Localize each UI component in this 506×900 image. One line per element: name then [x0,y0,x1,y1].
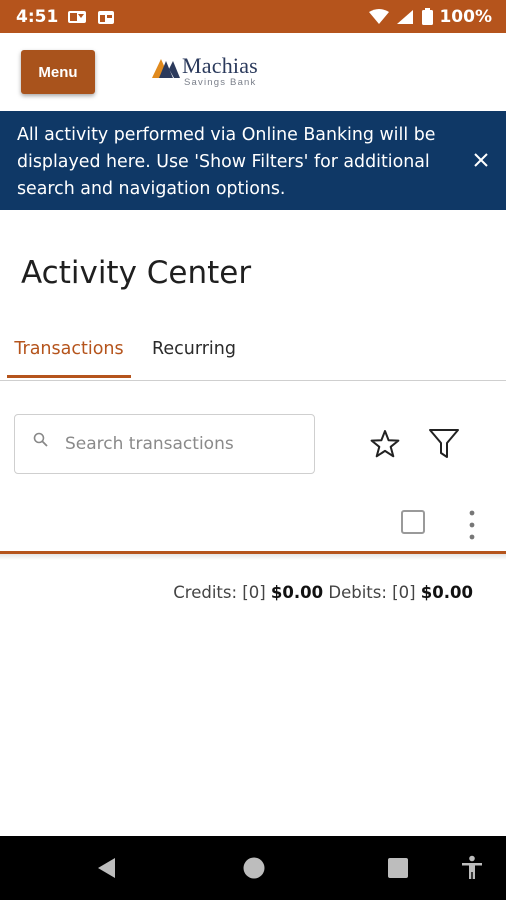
recents-icon[interactable] [378,836,418,900]
search-input[interactable] [63,423,307,465]
status-bar-right: 100% [369,7,492,27]
machias-logo[interactable]: Machias Savings Bank [152,55,258,88]
menu-button[interactable]: Menu [21,50,95,94]
banner-message: All activity performed via Online Bankin… [17,125,436,199]
home-icon[interactable] [234,836,274,900]
wifi-icon [369,8,390,25]
debits-count: [0] [392,583,416,602]
status-time: 4:51 [16,6,59,27]
app-header: Menu Machias Savings Bank [0,33,506,111]
logo-subtitle: Savings Bank [184,77,257,88]
page-title: Activity Center [21,255,252,291]
tab-bar: Transactions Recurring [0,330,506,381]
totals-summary: Credits: [0] $0.00 Debits: [0] $0.00 [173,583,473,602]
accessibility-icon[interactable] [456,836,488,900]
logo-text: Machias Savings Bank [182,55,258,88]
select-all-checkbox[interactable] [401,510,425,534]
debits-amount: $0.00 [420,583,473,602]
outlook-icon [67,9,87,25]
calendar-icon [96,9,116,25]
tab-recurring[interactable]: Recurring [152,330,236,378]
more-vertical-icon[interactable] [462,508,482,542]
battery-percent: 100% [439,6,492,27]
filter-icon[interactable] [426,426,462,460]
system-nav-bar [0,836,506,900]
close-icon[interactable] [470,149,492,171]
battery-icon [421,8,433,25]
credits-label: Credits: [173,583,238,602]
signal-icon [395,9,415,25]
status-bar-left: 4:51 [16,7,116,27]
star-icon[interactable] [368,428,402,460]
divider-shadow [0,554,506,560]
back-icon[interactable] [86,836,126,900]
credits-count: [0] [242,583,266,602]
logo-mark-icon [152,59,180,78]
tab-transactions[interactable]: Transactions [7,330,131,378]
debits-label: Debits: [328,583,387,602]
status-bar: 4:51 100% [0,0,506,33]
search-icon [33,432,48,447]
info-banner: All activity performed via Online Bankin… [0,111,506,210]
logo-name: Machias [182,53,258,78]
credits-amount: $0.00 [270,583,324,602]
search-box [14,414,315,474]
